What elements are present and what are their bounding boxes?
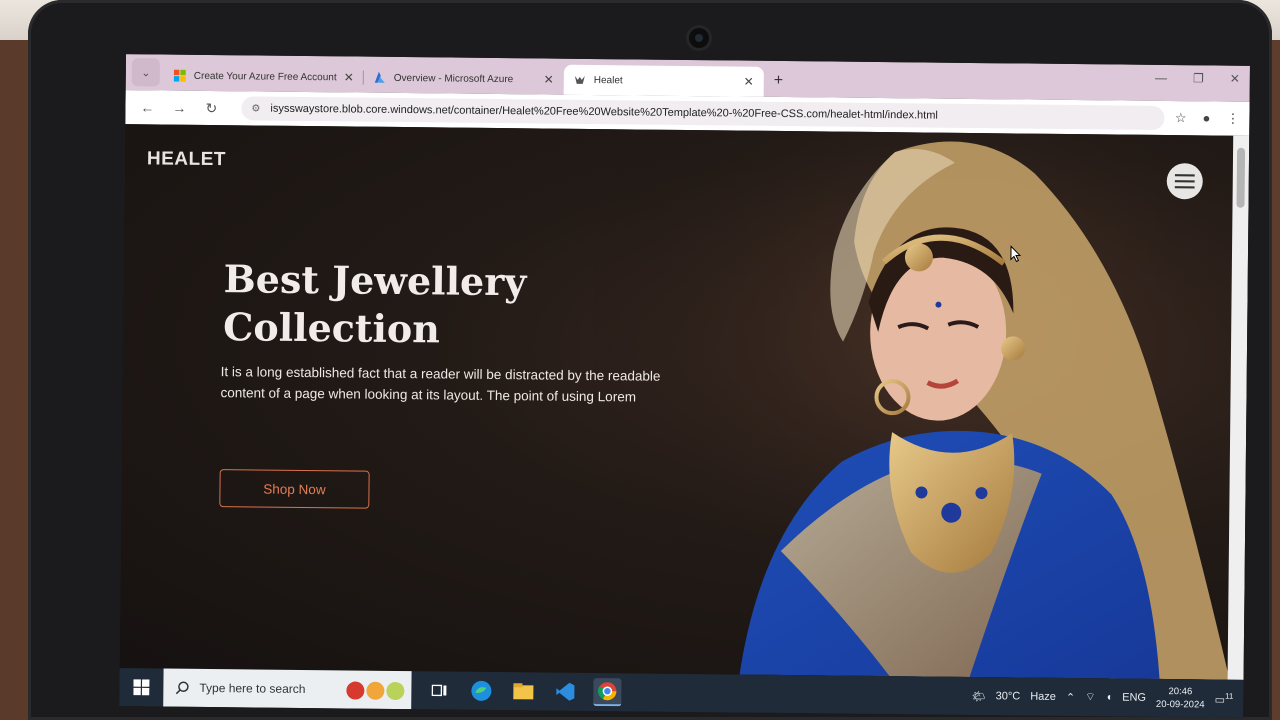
tab-label: Create Your Azure Free Account xyxy=(193,70,337,83)
menu-lines-icon xyxy=(1174,174,1195,189)
show-hidden-icons-icon[interactable]: ⌃ xyxy=(1066,690,1075,703)
weather-temp[interactable]: 30°C xyxy=(996,690,1021,702)
system-clock[interactable]: 20:46 20-09-2024 xyxy=(1156,685,1205,712)
hero-title: Best Jewellery Collection xyxy=(223,255,604,355)
minimize-icon[interactable]: — xyxy=(1155,71,1167,85)
restore-icon[interactable]: ❐ xyxy=(1193,71,1204,85)
search-placeholder: Type here to search xyxy=(199,680,306,697)
clock-time: 20:46 xyxy=(1168,686,1193,698)
notification-center-icon[interactable]: ▭11 xyxy=(1215,691,1234,706)
notification-count: 11 xyxy=(1225,691,1234,701)
chrome-icon[interactable] xyxy=(593,678,622,707)
reload-icon[interactable]: ↻ xyxy=(199,99,223,116)
weather-desc[interactable]: Haze xyxy=(1030,691,1056,703)
mouse-cursor-icon xyxy=(1010,245,1022,263)
file-explorer-icon[interactable] xyxy=(509,677,537,705)
clock-date: 20-09-2024 xyxy=(1155,698,1205,711)
taskbar-search-input[interactable]: Type here to search xyxy=(163,668,412,710)
webcam xyxy=(689,28,709,48)
web-page: HEALET Best Jewellery Collection It is a… xyxy=(119,124,1234,680)
hero-title-line-1: Best Jewellery xyxy=(223,256,527,305)
tab-label: Overview - Microsoft Azure xyxy=(393,72,514,85)
network-icon[interactable]: ⌔ xyxy=(1085,690,1095,704)
profile-icon[interactable]: ● xyxy=(1202,110,1210,126)
close-icon[interactable]: ✕ xyxy=(544,72,554,86)
volume-icon[interactable]: ◖ xyxy=(1105,691,1112,703)
task-view-icon[interactable] xyxy=(425,676,453,704)
start-button[interactable] xyxy=(119,679,163,696)
tab-label: Healet xyxy=(593,74,623,86)
search-highlight-fruits-icon xyxy=(345,678,405,701)
hero-title-line-2: Collection xyxy=(222,304,441,352)
back-icon[interactable]: ← xyxy=(135,99,159,115)
vscode-icon[interactable] xyxy=(551,678,579,706)
forward-icon[interactable]: → xyxy=(167,100,191,116)
azure-icon xyxy=(374,71,385,83)
close-icon[interactable]: ✕ xyxy=(744,75,754,89)
microsoft-icon xyxy=(173,69,186,82)
hero-description: It is a long established fact that a rea… xyxy=(220,364,661,405)
hamburger-menu-icon[interactable] xyxy=(1166,163,1203,200)
weather-sun-icon[interactable]: 🌤 xyxy=(972,690,986,703)
windows-logo-icon xyxy=(133,679,150,696)
laptop-bezel: ⌄ Create Your Azure Free Account ✕ Overv… xyxy=(28,0,1272,720)
tab-azure-overview[interactable]: Overview - Microsoft Azure ✕ xyxy=(364,63,564,95)
site-info-icon[interactable]: ⚙ xyxy=(251,103,260,114)
window-controls: — ❐ ✕ xyxy=(1155,71,1240,86)
more-menu-icon[interactable]: ⋮ xyxy=(1226,111,1239,127)
tab-healet[interactable]: Healet ✕ xyxy=(563,64,764,97)
screen: ⌄ Create Your Azure Free Account ✕ Overv… xyxy=(119,54,1250,718)
scrollbar-thumb[interactable] xyxy=(1236,147,1246,208)
edge-browser-icon[interactable] xyxy=(467,677,495,705)
shop-now-button[interactable]: Shop Now xyxy=(219,469,370,509)
system-tray: 🌤 30°C Haze ⌃ ⌔ ◖ ENG 20:46 20-09-2024 ▭… xyxy=(972,683,1244,712)
close-icon[interactable]: ✕ xyxy=(344,70,354,84)
close-window-icon[interactable]: ✕ xyxy=(1230,72,1240,86)
tab-azure-free-account[interactable]: Create Your Azure Free Account ✕ xyxy=(164,61,364,93)
healet-icon xyxy=(574,75,585,84)
address-bar[interactable]: ⚙ isysswaystore.blob.core.windows.net/co… xyxy=(241,96,1166,130)
url-text: isysswaystore.blob.core.windows.net/cont… xyxy=(270,102,938,122)
language-indicator[interactable]: ENG xyxy=(1122,692,1146,704)
tab-search-icon[interactable]: ⌄ xyxy=(131,58,160,87)
search-icon xyxy=(175,681,189,695)
bookmark-star-icon[interactable]: ☆ xyxy=(1175,110,1187,126)
new-tab-icon[interactable]: + xyxy=(774,72,784,90)
brand-logo[interactable]: HEALET xyxy=(147,148,226,171)
